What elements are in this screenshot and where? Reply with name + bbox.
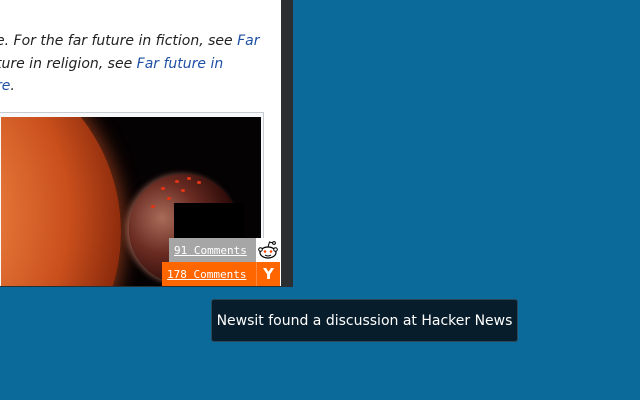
far-future-fiction-link[interactable]: Far bbox=[237, 33, 259, 49]
hatnote-text: e. For the far future in fiction, see bbox=[0, 33, 238, 49]
lava-spot bbox=[167, 197, 171, 200]
far-future-religion-link-cont[interactable]: re bbox=[0, 78, 10, 94]
image-shadow bbox=[174, 203, 244, 243]
newsit-hn-badge[interactable]: 178 Comments Y bbox=[162, 262, 280, 286]
far-future-religion-link[interactable]: Far future in bbox=[137, 56, 224, 72]
newsit-notification-tooltip: Newsit found a discussion at Hacker News bbox=[211, 299, 518, 342]
hatnote-text: . bbox=[10, 78, 15, 94]
newsit-reddit-badge[interactable]: 91 Comments bbox=[169, 238, 280, 262]
hatnote-line-1: e. For the far future in fiction, see Fa… bbox=[0, 30, 281, 53]
lava-spot bbox=[197, 181, 201, 184]
lava-spot bbox=[187, 177, 191, 180]
hatnote: e. For the far future in fiction, see Fa… bbox=[0, 30, 281, 98]
reddit-alien-icon[interactable] bbox=[256, 238, 280, 262]
hatnote-line-3: re. bbox=[0, 75, 281, 98]
hatnote-text: ture in religion, see bbox=[0, 55, 137, 72]
y-combinator-icon[interactable]: Y bbox=[256, 262, 280, 286]
lava-spot bbox=[181, 189, 185, 192]
reddit-comments-link[interactable]: 91 Comments bbox=[169, 238, 256, 262]
browser-window: e. For the far future in fiction, see Fa… bbox=[0, 0, 293, 287]
hn-comments-link[interactable]: 178 Comments bbox=[162, 262, 256, 286]
red-giant-sun bbox=[1, 117, 121, 286]
lava-spot bbox=[161, 187, 165, 190]
lava-spot bbox=[151, 205, 155, 208]
lava-spot bbox=[175, 180, 179, 183]
hatnote-line-2: ture in religion, see Far future in bbox=[0, 53, 281, 76]
